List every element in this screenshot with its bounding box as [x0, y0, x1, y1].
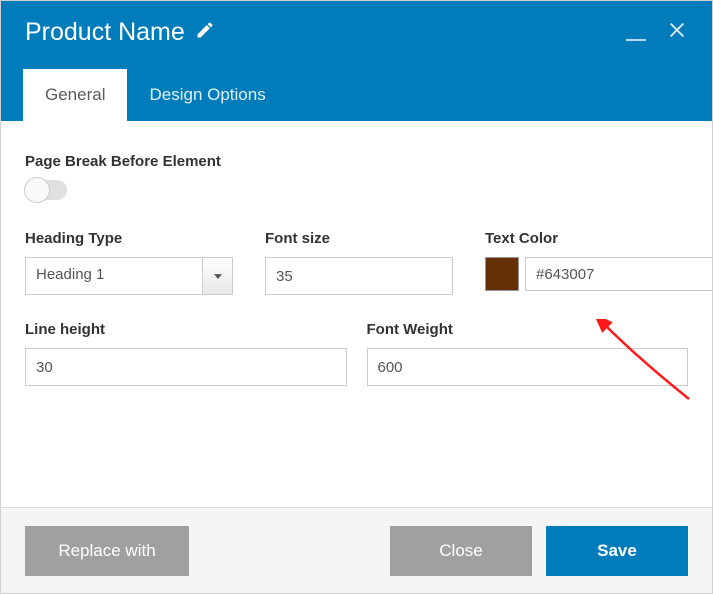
field-font-size: Font size	[265, 230, 453, 295]
row-typography: Heading Type Heading 1 Font size Text Co…	[25, 230, 688, 295]
font-weight-input[interactable]	[367, 348, 689, 386]
close-icon[interactable]	[666, 19, 688, 46]
font-size-input[interactable]	[265, 257, 453, 295]
dialog-title: Product Name	[25, 18, 185, 47]
tab-bar: General Design Options	[1, 63, 712, 121]
field-font-weight: Font Weight	[367, 321, 689, 386]
dialog-footer: Replace with Close Save	[1, 507, 712, 593]
font-size-label: Font size	[265, 230, 453, 247]
heading-type-value: Heading 1	[25, 257, 203, 295]
footer-left: Replace with	[25, 526, 189, 576]
dialog-title-wrap: Product Name	[25, 18, 215, 47]
page-break-label: Page Break Before Element	[25, 153, 688, 170]
heading-type-label: Heading Type	[25, 230, 233, 247]
footer-right: Close Save	[390, 526, 688, 576]
replace-with-button[interactable]: Replace with	[25, 526, 189, 576]
color-row	[485, 257, 712, 291]
tab-content: Page Break Before Element Heading Type H…	[1, 121, 712, 473]
close-button[interactable]: Close	[390, 526, 532, 576]
text-color-input[interactable]	[525, 257, 712, 291]
text-color-label: Text Color	[485, 230, 712, 247]
page-break-toggle[interactable]	[25, 180, 67, 200]
field-line-height: Line height	[25, 321, 347, 386]
tab-general[interactable]: General	[23, 69, 127, 121]
pencil-icon[interactable]	[195, 18, 215, 47]
header-actions	[626, 19, 688, 46]
heading-type-select[interactable]: Heading 1	[25, 257, 233, 295]
save-button[interactable]: Save	[546, 526, 688, 576]
dialog-header: Product Name	[1, 1, 712, 63]
field-text-color: Text Color	[485, 230, 712, 295]
line-height-input[interactable]	[25, 348, 347, 386]
chevron-down-icon	[203, 257, 233, 295]
line-height-label: Line height	[25, 321, 347, 338]
font-weight-label: Font Weight	[367, 321, 689, 338]
color-swatch[interactable]	[485, 257, 519, 291]
tab-design-options[interactable]: Design Options	[127, 69, 287, 121]
minimize-icon[interactable]	[626, 39, 646, 41]
field-heading-type: Heading Type Heading 1	[25, 230, 233, 295]
row-secondary: Line height Font Weight	[25, 321, 688, 386]
field-page-break: Page Break Before Element	[25, 153, 688, 200]
